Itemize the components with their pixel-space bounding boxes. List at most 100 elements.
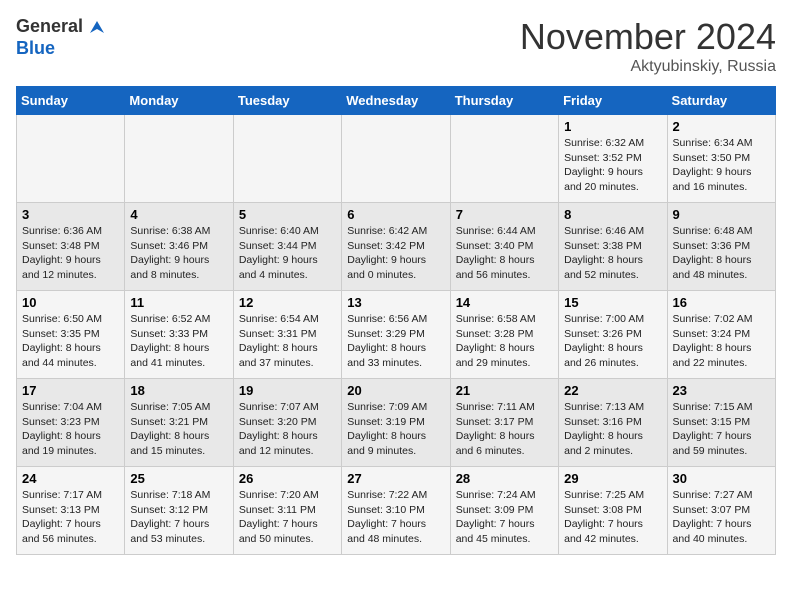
day-number: 6 bbox=[347, 207, 444, 222]
calendar-cell: 20Sunrise: 7:09 AM Sunset: 3:19 PM Dayli… bbox=[342, 379, 450, 467]
day-info: Sunrise: 7:04 AM Sunset: 3:23 PM Dayligh… bbox=[22, 400, 119, 459]
day-number: 19 bbox=[239, 383, 336, 398]
header-monday: Monday bbox=[125, 87, 233, 115]
calendar-cell: 29 Sunrise: 7:25 AM Sunset: 3:08 PM Dayli… bbox=[559, 467, 667, 555]
calendar-cell: 13Sunrise: 6:56 AM Sunset: 3:29 PM Dayli… bbox=[342, 291, 450, 379]
day-number: 23 bbox=[673, 383, 770, 398]
week-row-0: 1 Sunrise: 6:32 AM Sunset: 3:52 PM Daylig… bbox=[17, 115, 776, 203]
header-saturday: Saturday bbox=[667, 87, 775, 115]
day-number: 11 bbox=[130, 295, 227, 310]
calendar-cell: 4 Sunrise: 6:38 AM Sunset: 3:46 PM Daylig… bbox=[125, 203, 233, 291]
logo: General Blue bbox=[16, 16, 104, 59]
calendar-body: 1 Sunrise: 6:32 AM Sunset: 3:52 PM Daylig… bbox=[17, 115, 776, 555]
calendar-cell: 28Sunrise: 7:24 AM Sunset: 3:09 PM Dayli… bbox=[450, 467, 558, 555]
calendar-cell: 30Sunrise: 7:27 AM Sunset: 3:07 PM Dayli… bbox=[667, 467, 775, 555]
logo-general: General bbox=[16, 16, 83, 36]
day-number: 21 bbox=[456, 383, 553, 398]
calendar-cell: 27Sunrise: 7:22 AM Sunset: 3:10 PM Dayli… bbox=[342, 467, 450, 555]
day-info: Sunrise: 6:52 AM Sunset: 3:33 PM Dayligh… bbox=[130, 312, 227, 371]
day-info: Sunrise: 6:38 AM Sunset: 3:46 PM Dayligh… bbox=[130, 224, 227, 283]
day-number: 18 bbox=[130, 383, 227, 398]
day-number: 1 bbox=[564, 119, 661, 134]
calendar-cell bbox=[233, 115, 341, 203]
day-info: Sunrise: 6:46 AM Sunset: 3:38 PM Dayligh… bbox=[564, 224, 661, 283]
calendar-cell: 24Sunrise: 7:17 AM Sunset: 3:13 PM Dayli… bbox=[17, 467, 125, 555]
calendar-cell: 15 Sunrise: 7:00 AM Sunset: 3:26 PM Dayli… bbox=[559, 291, 667, 379]
day-info: Sunrise: 7:20 AM Sunset: 3:11 PM Dayligh… bbox=[239, 488, 336, 547]
day-number: 22 bbox=[564, 383, 661, 398]
day-number: 16 bbox=[673, 295, 770, 310]
day-number: 17 bbox=[22, 383, 119, 398]
day-info: Sunrise: 7:13 AM Sunset: 3:16 PM Dayligh… bbox=[564, 400, 661, 459]
week-row-4: 24Sunrise: 7:17 AM Sunset: 3:13 PM Dayli… bbox=[17, 467, 776, 555]
calendar-header: Sunday Monday Tuesday Wednesday Thursday… bbox=[17, 87, 776, 115]
day-info: Sunrise: 7:07 AM Sunset: 3:20 PM Dayligh… bbox=[239, 400, 336, 459]
header-friday: Friday bbox=[559, 87, 667, 115]
day-info: Sunrise: 7:11 AM Sunset: 3:17 PM Dayligh… bbox=[456, 400, 553, 459]
calendar-cell: 25 Sunrise: 7:18 AM Sunset: 3:12 PM Dayli… bbox=[125, 467, 233, 555]
calendar-cell: 14Sunrise: 6:58 AM Sunset: 3:28 PM Dayli… bbox=[450, 291, 558, 379]
day-info: Sunrise: 6:40 AM Sunset: 3:44 PM Dayligh… bbox=[239, 224, 336, 283]
day-number: 25 bbox=[130, 471, 227, 486]
week-row-2: 10 Sunrise: 6:50 AM Sunset: 3:35 PM Dayli… bbox=[17, 291, 776, 379]
page-header: General Blue November 2024 Aktyubinskiy,… bbox=[16, 16, 776, 76]
calendar-cell: 8 Sunrise: 6:46 AM Sunset: 3:38 PM Daylig… bbox=[559, 203, 667, 291]
day-info: Sunrise: 7:15 AM Sunset: 3:15 PM Dayligh… bbox=[673, 400, 770, 459]
day-number: 4 bbox=[130, 207, 227, 222]
day-number: 8 bbox=[564, 207, 661, 222]
header-tuesday: Tuesday bbox=[233, 87, 341, 115]
week-row-1: 3 Sunrise: 6:36 AM Sunset: 3:48 PM Daylig… bbox=[17, 203, 776, 291]
day-number: 9 bbox=[673, 207, 770, 222]
calendar-cell: 3 Sunrise: 6:36 AM Sunset: 3:48 PM Daylig… bbox=[17, 203, 125, 291]
day-info: Sunrise: 6:48 AM Sunset: 3:36 PM Dayligh… bbox=[673, 224, 770, 283]
calendar-cell: 16 Sunrise: 7:02 AM Sunset: 3:24 PM Dayli… bbox=[667, 291, 775, 379]
day-number: 10 bbox=[22, 295, 119, 310]
day-number: 2 bbox=[673, 119, 770, 134]
day-number: 29 bbox=[564, 471, 661, 486]
day-info: Sunrise: 6:50 AM Sunset: 3:35 PM Dayligh… bbox=[22, 312, 119, 371]
day-number: 27 bbox=[347, 471, 444, 486]
calendar-cell: 2 Sunrise: 6:34 AM Sunset: 3:50 PM Daylig… bbox=[667, 115, 775, 203]
day-info: Sunrise: 6:54 AM Sunset: 3:31 PM Dayligh… bbox=[239, 312, 336, 371]
day-info: Sunrise: 7:02 AM Sunset: 3:24 PM Dayligh… bbox=[673, 312, 770, 371]
calendar-cell: 5Sunrise: 6:40 AM Sunset: 3:44 PM Daylig… bbox=[233, 203, 341, 291]
day-info: Sunrise: 6:34 AM Sunset: 3:50 PM Dayligh… bbox=[673, 136, 770, 195]
day-number: 30 bbox=[673, 471, 770, 486]
day-info: Sunrise: 6:36 AM Sunset: 3:48 PM Dayligh… bbox=[22, 224, 119, 283]
calendar-cell bbox=[342, 115, 450, 203]
day-info: Sunrise: 7:18 AM Sunset: 3:12 PM Dayligh… bbox=[130, 488, 227, 547]
calendar-cell: 19 Sunrise: 7:07 AM Sunset: 3:20 PM Dayli… bbox=[233, 379, 341, 467]
day-number: 13 bbox=[347, 295, 444, 310]
day-number: 12 bbox=[239, 295, 336, 310]
calendar-cell: 22 Sunrise: 7:13 AM Sunset: 3:16 PM Dayli… bbox=[559, 379, 667, 467]
calendar-cell: 6 Sunrise: 6:42 AM Sunset: 3:42 PM Daylig… bbox=[342, 203, 450, 291]
calendar-cell bbox=[17, 115, 125, 203]
calendar-cell bbox=[125, 115, 233, 203]
calendar-cell: 11 Sunrise: 6:52 AM Sunset: 3:33 PM Dayli… bbox=[125, 291, 233, 379]
day-info: Sunrise: 6:32 AM Sunset: 3:52 PM Dayligh… bbox=[564, 136, 661, 195]
location: Aktyubinskiy, Russia bbox=[520, 58, 776, 76]
day-number: 15 bbox=[564, 295, 661, 310]
calendar-table: Sunday Monday Tuesday Wednesday Thursday… bbox=[16, 86, 776, 555]
day-info: Sunrise: 6:42 AM Sunset: 3:42 PM Dayligh… bbox=[347, 224, 444, 283]
day-number: 3 bbox=[22, 207, 119, 222]
header-row: Sunday Monday Tuesday Wednesday Thursday… bbox=[17, 87, 776, 115]
calendar-cell: 9 Sunrise: 6:48 AM Sunset: 3:36 PM Daylig… bbox=[667, 203, 775, 291]
calendar-cell bbox=[450, 115, 558, 203]
day-info: Sunrise: 7:24 AM Sunset: 3:09 PM Dayligh… bbox=[456, 488, 553, 547]
day-number: 24 bbox=[22, 471, 119, 486]
day-info: Sunrise: 7:09 AM Sunset: 3:19 PM Dayligh… bbox=[347, 400, 444, 459]
day-info: Sunrise: 7:00 AM Sunset: 3:26 PM Dayligh… bbox=[564, 312, 661, 371]
day-number: 14 bbox=[456, 295, 553, 310]
calendar-cell: 26 Sunrise: 7:20 AM Sunset: 3:11 PM Dayli… bbox=[233, 467, 341, 555]
calendar-cell: 12 Sunrise: 6:54 AM Sunset: 3:31 PM Dayli… bbox=[233, 291, 341, 379]
calendar-cell: 21 Sunrise: 7:11 AM Sunset: 3:17 PM Dayli… bbox=[450, 379, 558, 467]
header-thursday: Thursday bbox=[450, 87, 558, 115]
week-row-3: 17 Sunrise: 7:04 AM Sunset: 3:23 PM Dayli… bbox=[17, 379, 776, 467]
day-number: 26 bbox=[239, 471, 336, 486]
day-info: Sunrise: 7:25 AM Sunset: 3:08 PM Dayligh… bbox=[564, 488, 661, 547]
calendar-cell: 1 Sunrise: 6:32 AM Sunset: 3:52 PM Daylig… bbox=[559, 115, 667, 203]
calendar-cell: 17 Sunrise: 7:04 AM Sunset: 3:23 PM Dayli… bbox=[17, 379, 125, 467]
title-block: November 2024 Aktyubinskiy, Russia bbox=[520, 16, 776, 76]
day-info: Sunrise: 7:05 AM Sunset: 3:21 PM Dayligh… bbox=[130, 400, 227, 459]
